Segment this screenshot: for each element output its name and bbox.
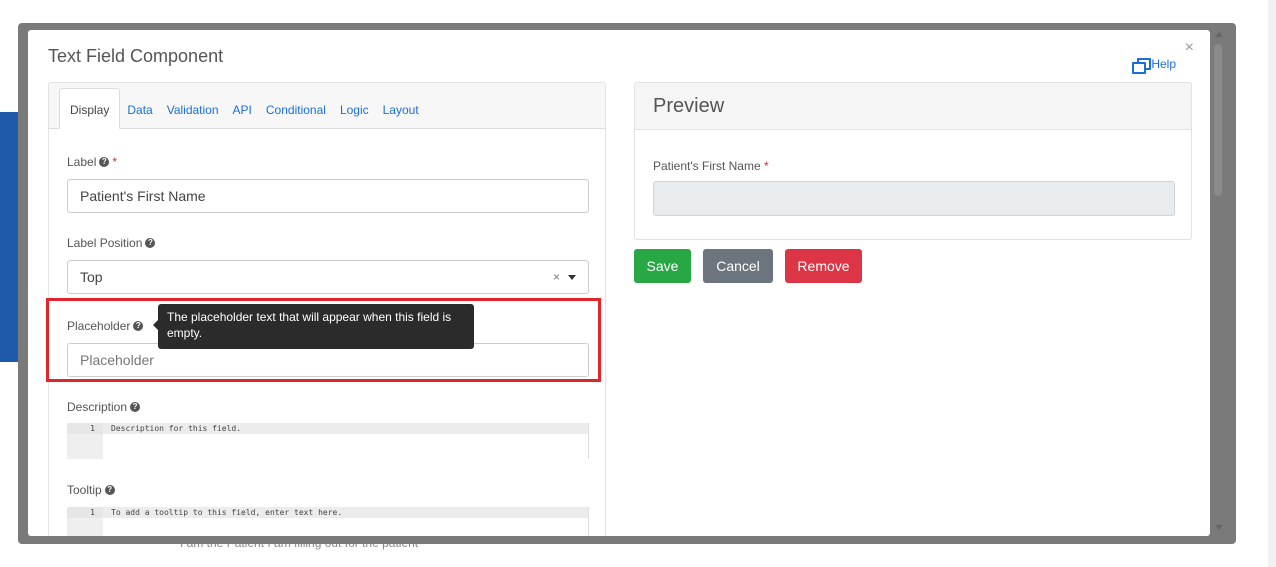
preview-panel: Preview Patient's First Name *: [634, 82, 1192, 240]
save-button[interactable]: Save: [634, 249, 691, 283]
modal-scrollbar[interactable]: [1213, 30, 1225, 536]
scroll-up-icon[interactable]: [1215, 32, 1223, 37]
tab-conditional[interactable]: Conditional: [259, 103, 333, 128]
tab-validation[interactable]: Validation: [160, 103, 226, 128]
tab-layout[interactable]: Layout: [376, 103, 426, 128]
modal-title: Text Field Component: [48, 46, 224, 66]
label-field-label: Label ? *: [67, 155, 118, 169]
code-text: Description for this field.: [111, 424, 242, 433]
label-input[interactable]: Patient's First Name: [67, 179, 589, 213]
description-editor[interactable]: 1 Description for this field.: [67, 423, 589, 459]
scrollbar-thumb[interactable]: [1214, 44, 1222, 196]
code-line: 1 Description for this field.: [67, 423, 588, 434]
tab-display[interactable]: Display: [59, 88, 121, 129]
label-position-value: Top: [80, 269, 103, 285]
line-number: 1: [67, 423, 103, 434]
editor-gutter: [67, 518, 103, 536]
tab-logic[interactable]: Logic: [333, 103, 376, 128]
question-icon[interactable]: ?: [130, 402, 141, 412]
question-icon[interactable]: ?: [99, 157, 110, 167]
tab-api[interactable]: API: [226, 103, 259, 128]
scroll-down-icon[interactable]: [1215, 525, 1223, 530]
help-link[interactable]: Help: [1132, 57, 1176, 74]
editor-gutter: [67, 434, 103, 459]
preview-title: Preview: [635, 83, 1191, 130]
tooltip-editor[interactable]: 1 To add a tooltip to this field, enter …: [67, 507, 589, 536]
question-icon[interactable]: ?: [104, 485, 115, 495]
help-label: Help: [1151, 57, 1176, 71]
label-position-label: Label Position ?: [67, 236, 156, 250]
label-position-select[interactable]: Top ×: [67, 260, 589, 294]
line-number: 1: [67, 507, 103, 518]
required-mark: *: [112, 155, 118, 169]
preview-field-label: Patient's First Name *: [653, 159, 769, 173]
external-window-icon: [1132, 57, 1152, 74]
preview-input[interactable]: [653, 181, 1175, 216]
question-icon[interactable]: ?: [145, 238, 156, 248]
cancel-button[interactable]: Cancel: [703, 249, 773, 283]
settings-tabs: Display Data Validation API Conditional …: [49, 83, 605, 129]
text-field-component-modal: Text Field Component × Help Display Data…: [28, 30, 1210, 536]
remove-button[interactable]: Remove: [785, 249, 862, 283]
clear-icon[interactable]: ×: [553, 270, 560, 284]
code-line: 1 To add a tooltip to this field, enter …: [67, 507, 588, 518]
code-text: To add a tooltip to this field, enter te…: [111, 508, 343, 517]
chevron-down-icon[interactable]: [568, 275, 576, 281]
description-label: Description ?: [67, 400, 141, 414]
select-controls: ×: [553, 261, 576, 293]
tooltip-popup: The placeholder text that will appear wh…: [153, 304, 474, 349]
close-button[interactable]: ×: [1185, 39, 1194, 57]
tooltip-label: Tooltip ?: [67, 483, 115, 497]
page-scrollbar-track: [1268, 0, 1276, 567]
tab-data[interactable]: Data: [120, 103, 159, 128]
required-mark: *: [764, 159, 769, 173]
